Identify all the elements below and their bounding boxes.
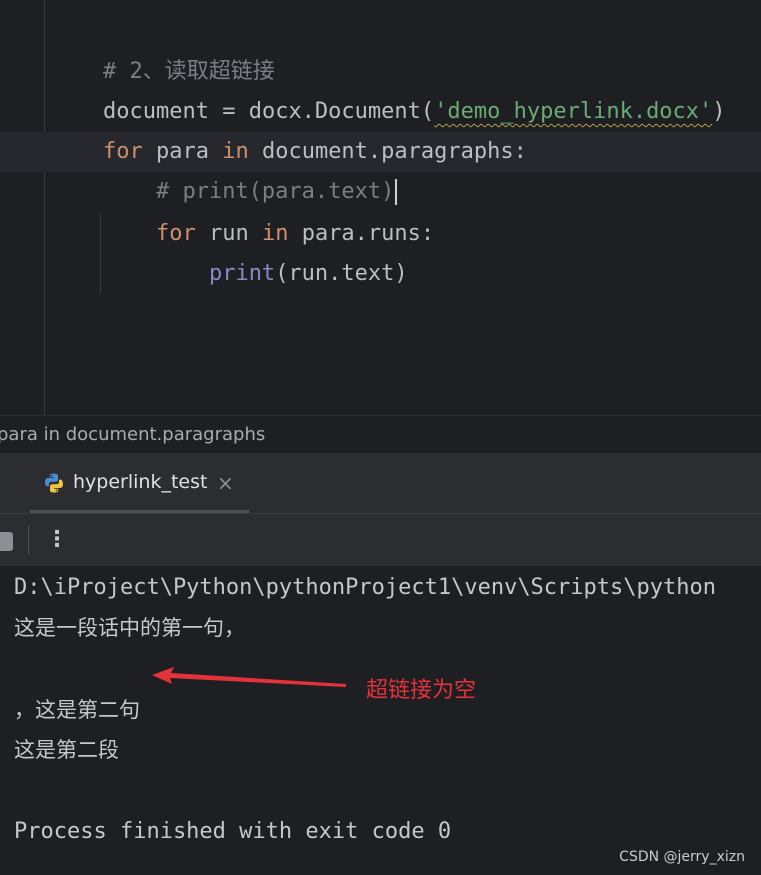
- annotation-arrow-icon: [152, 667, 346, 687]
- breadcrumb[interactable]: para in document.paragraphs: [0, 424, 265, 445]
- code-editor[interactable]: # 2、读取超链接 document = docx.Document('demo…: [0, 0, 761, 415]
- console-line: 这是一段话中的第一句，: [14, 616, 245, 640]
- code-line-2[interactable]: document = docx.Document('demo_hyperlink…: [50, 52, 726, 124]
- stop-icon[interactable]: [0, 532, 13, 551]
- console-line: 这是第二段: [14, 738, 119, 762]
- builtin-token: print: [208, 261, 276, 286]
- code-line-1[interactable]: # 2、读取超链接: [50, 12, 275, 84]
- paren-token: ): [712, 99, 726, 124]
- run-tab-bar: hyperlink_test ×: [0, 453, 761, 513]
- more-options-icon[interactable]: ⋮: [46, 526, 68, 554]
- annotation-label: 超链接为空: [366, 678, 477, 703]
- console-line: ，这是第二句: [14, 698, 140, 722]
- tab-hyperlink-test[interactable]: hyperlink_test ×: [30, 453, 249, 513]
- code-line-5[interactable]: for run in para.runs:: [50, 174, 434, 246]
- run-toolbar: ⋮: [0, 513, 761, 566]
- python-icon: [45, 473, 63, 493]
- console-line: Process finished with exit code 0: [14, 819, 452, 844]
- close-icon[interactable]: ×: [217, 471, 234, 495]
- code-line-6[interactable]: print(run.text): [50, 214, 408, 286]
- code-line-4[interactable]: # print(para.text): [50, 132, 398, 205]
- watermark: CSDN @jerry_xizn: [619, 849, 745, 865]
- tab-label: hyperlink_test: [73, 471, 208, 493]
- console-line: D:\iProject\Python\pythonProject1\venv\S…: [14, 575, 716, 600]
- code-line-3[interactable]: for para in document.paragraphs:: [50, 92, 527, 164]
- console-output[interactable]: D:\iProject\Python\pythonProject1\venv\S…: [0, 566, 761, 875]
- breadcrumb-bar: para in document.paragraphs: [0, 415, 761, 454]
- code-token: (run.text): [275, 261, 408, 286]
- toolbar-divider: [28, 526, 29, 554]
- gutter-divider: [44, 0, 45, 415]
